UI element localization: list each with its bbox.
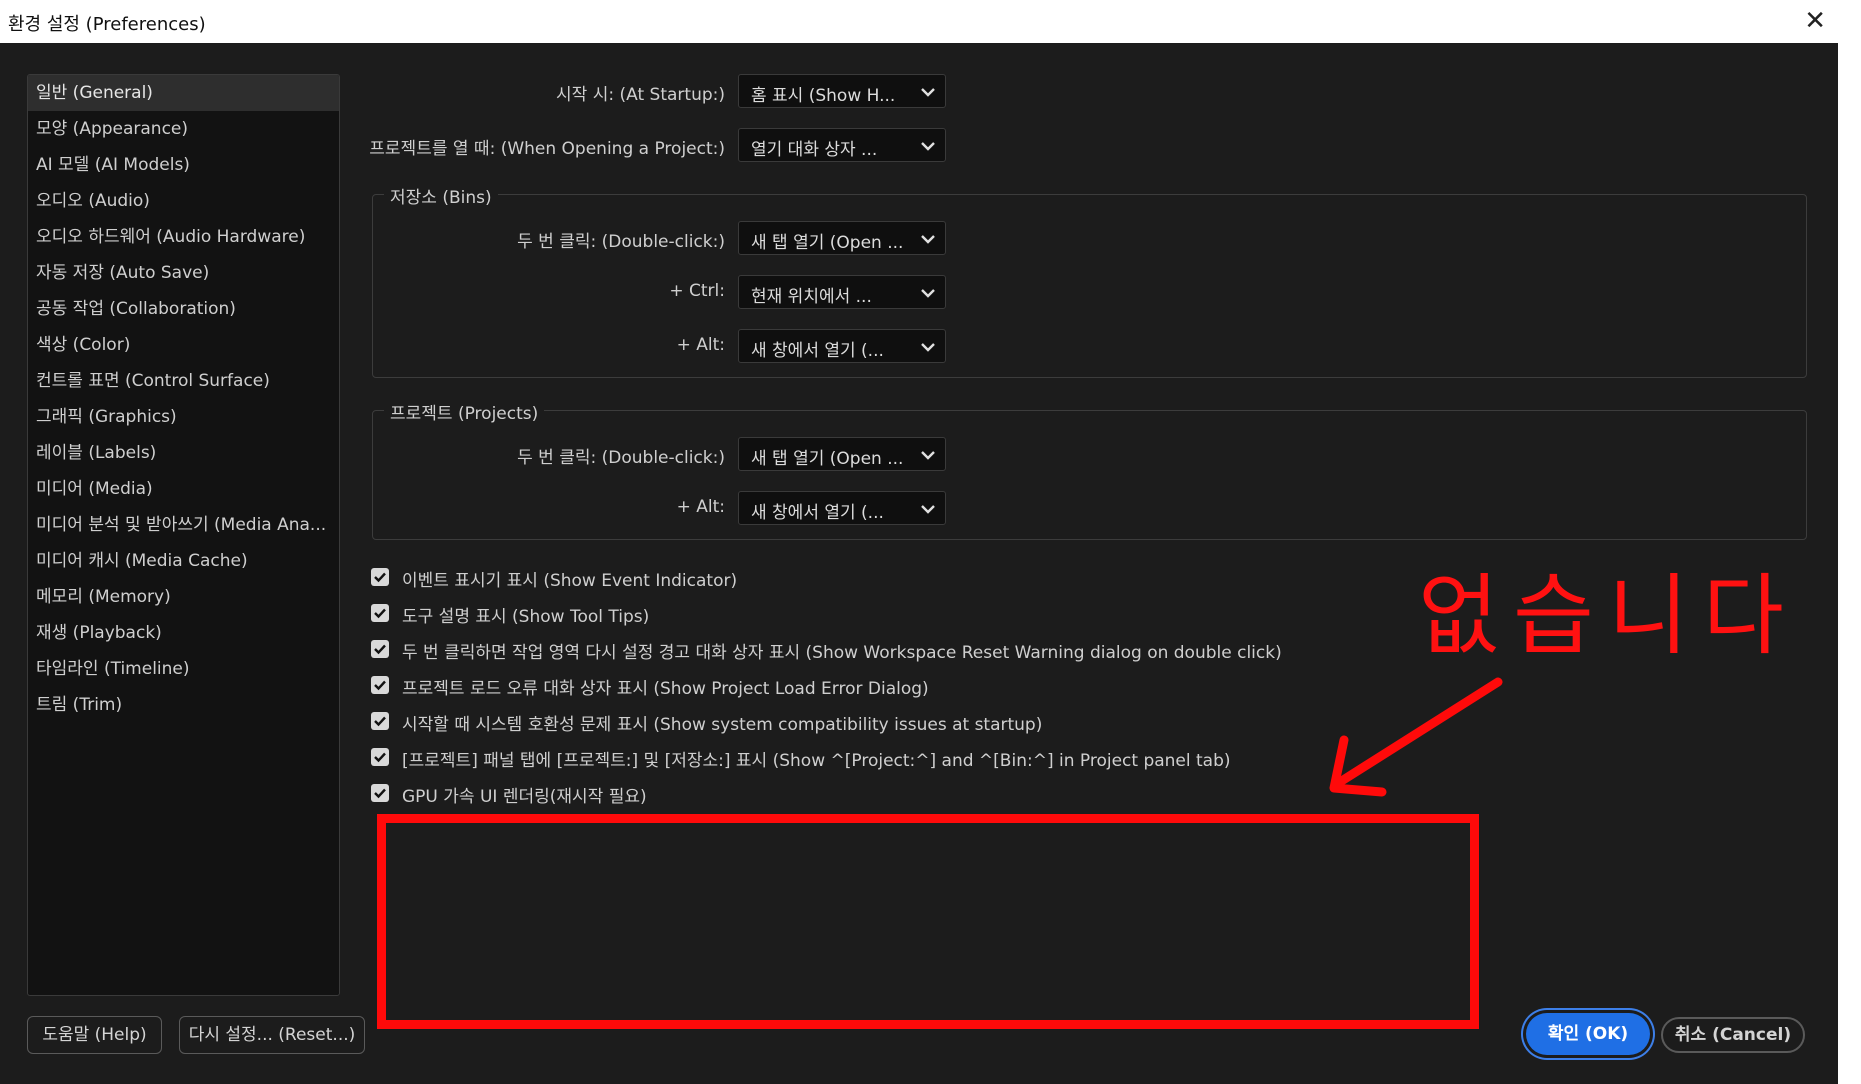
projects-double-click-label: 두 번 클릭: (Double-click:) xyxy=(517,448,725,468)
sidebar-item-media-analysis[interactable]: 미디어 분석 및 받아쓰기 (Media Ana... xyxy=(28,507,339,543)
project-load-error-checkbox[interactable] xyxy=(371,676,389,694)
bins-ctrl-dropdown[interactable]: 현재 위치에서 ... xyxy=(738,275,946,309)
sidebar-item-audio[interactable]: 오디오 (Audio) xyxy=(28,183,339,219)
at-startup-label: 시작 시: (At Startup:) xyxy=(556,85,725,105)
chevron-down-icon xyxy=(921,88,935,97)
close-icon[interactable]: ✕ xyxy=(1804,6,1826,36)
sidebar-item-graphics[interactable]: 그래픽 (Graphics) xyxy=(28,399,339,435)
sidebar-item-labels[interactable]: 레이블 (Labels) xyxy=(28,435,339,471)
workspace-reset-warning-label: 두 번 클릭하면 작업 영역 다시 설정 경고 대화 상자 표시 (Show W… xyxy=(402,643,1282,663)
sidebar-item-collaboration[interactable]: 공동 작업 (Collaboration) xyxy=(28,291,339,327)
event-indicator-label: 이벤트 표시기 표시 (Show Event Indicator) xyxy=(402,571,738,591)
chevron-down-icon xyxy=(921,289,935,298)
when-opening-project-value: 열기 대화 상자 ... xyxy=(751,140,878,160)
chevron-down-icon xyxy=(921,235,935,244)
projects-group-title: 프로젝트 (Projects) xyxy=(384,399,545,424)
bins-ctrl-value: 현재 위치에서 ... xyxy=(751,287,872,307)
ok-button[interactable]: 확인 (OK) xyxy=(1526,1013,1650,1055)
bins-double-click-label: 두 번 클릭: (Double-click:) xyxy=(517,232,725,252)
bins-alt-label: + Alt: xyxy=(676,335,725,355)
help-button[interactable]: 도움말 (Help) xyxy=(27,1016,162,1054)
when-opening-project-label: 프로젝트를 열 때: (When Opening a Project:) xyxy=(369,139,725,159)
title-bar: 환경 설정 (Preferences) ✕ xyxy=(0,0,1838,43)
sidebar-item-color[interactable]: 색상 (Color) xyxy=(28,327,339,363)
sidebar-item-audio-hardware[interactable]: 오디오 하드웨어 (Audio Hardware) xyxy=(28,219,339,255)
project-panel-tab-label: [프로젝트] 패널 탭에 [프로젝트:] 및 [저장소:] 표시 (Show ^… xyxy=(402,751,1231,771)
sidebar-item-media[interactable]: 미디어 (Media) xyxy=(28,471,339,507)
sidebar-item-general[interactable]: 일반 (General) xyxy=(28,75,339,111)
annotation-text: 없습니다 xyxy=(1418,564,1798,667)
chevron-down-icon xyxy=(921,451,935,460)
chevron-down-icon xyxy=(921,142,935,151)
project-load-error-label: 프로젝트 로드 오류 대화 상자 표시 (Show Project Load E… xyxy=(402,679,929,699)
compatibility-issues-checkbox[interactable] xyxy=(371,712,389,730)
checkmark-icon xyxy=(374,644,386,655)
bins-alt-value: 새 창에서 열기 (... xyxy=(751,341,884,361)
compatibility-issues-label: 시작할 때 시스템 호환성 문제 표시 (Show system compati… xyxy=(402,715,1043,735)
chevron-down-icon xyxy=(921,343,935,352)
window-edge xyxy=(1838,0,1861,1084)
window-title: 환경 설정 (Preferences) xyxy=(8,14,206,35)
projects-double-click-dropdown[interactable]: 새 탭 열기 (Open ... xyxy=(738,437,946,471)
tool-tips-checkbox[interactable] xyxy=(371,604,389,622)
sidebar-item-playback[interactable]: 재생 (Playback) xyxy=(28,615,339,651)
sidebar-item-timeline[interactable]: 타임라인 (Timeline) xyxy=(28,651,339,687)
annotation-arrow-icon xyxy=(1329,677,1503,797)
checkmark-icon xyxy=(374,608,386,619)
bins-group xyxy=(372,194,1807,378)
checkmark-icon xyxy=(374,680,386,691)
bins-double-click-value: 새 탭 열기 (Open ... xyxy=(751,233,904,253)
bins-group-title: 저장소 (Bins) xyxy=(384,183,498,208)
annotation-highlight-box xyxy=(377,814,1479,1029)
preferences-category-list: 일반 (General) 모양 (Appearance) AI 모델 (AI M… xyxy=(27,74,340,996)
chevron-down-icon xyxy=(921,505,935,514)
projects-alt-label: + Alt: xyxy=(676,497,725,517)
checkmark-icon xyxy=(374,716,386,727)
projects-alt-value: 새 창에서 열기 (... xyxy=(751,503,884,523)
gpu-ui-rendering-checkbox[interactable] xyxy=(371,784,389,802)
bins-ctrl-label: + Ctrl: xyxy=(669,281,725,301)
tool-tips-label: 도구 설명 표시 (Show Tool Tips) xyxy=(402,607,650,627)
project-panel-tab-checkbox[interactable] xyxy=(371,748,389,766)
projects-alt-dropdown[interactable]: 새 창에서 열기 (... xyxy=(738,491,946,525)
projects-double-click-value: 새 탭 열기 (Open ... xyxy=(751,449,904,469)
at-startup-value: 홈 표시 (Show H... xyxy=(751,86,896,106)
projects-group xyxy=(372,410,1807,540)
at-startup-dropdown[interactable]: 홈 표시 (Show H... xyxy=(738,74,946,108)
gpu-ui-rendering-label: GPU 가속 UI 렌더링(재시작 필요) xyxy=(402,787,647,807)
checkmark-icon xyxy=(374,572,386,583)
reset-button[interactable]: 다시 설정... (Reset...) xyxy=(179,1016,365,1054)
sidebar-item-trim[interactable]: 트림 (Trim) xyxy=(28,687,339,723)
cancel-button[interactable]: 취소 (Cancel) xyxy=(1661,1017,1805,1053)
checkmark-icon xyxy=(374,752,386,763)
sidebar-item-media-cache[interactable]: 미디어 캐시 (Media Cache) xyxy=(28,543,339,579)
sidebar-item-ai-models[interactable]: AI 모델 (AI Models) xyxy=(28,147,339,183)
checkmark-icon xyxy=(374,788,386,799)
sidebar-item-auto-save[interactable]: 자동 저장 (Auto Save) xyxy=(28,255,339,291)
event-indicator-checkbox[interactable] xyxy=(371,568,389,586)
workspace-reset-warning-checkbox[interactable] xyxy=(371,640,389,658)
sidebar-item-appearance[interactable]: 모양 (Appearance) xyxy=(28,111,339,147)
bins-double-click-dropdown[interactable]: 새 탭 열기 (Open ... xyxy=(738,221,946,255)
when-opening-project-dropdown[interactable]: 열기 대화 상자 ... xyxy=(738,128,946,162)
sidebar-item-memory[interactable]: 메모리 (Memory) xyxy=(28,579,339,615)
bins-alt-dropdown[interactable]: 새 창에서 열기 (... xyxy=(738,329,946,363)
sidebar-item-control-surface[interactable]: 컨트롤 표면 (Control Surface) xyxy=(28,363,339,399)
